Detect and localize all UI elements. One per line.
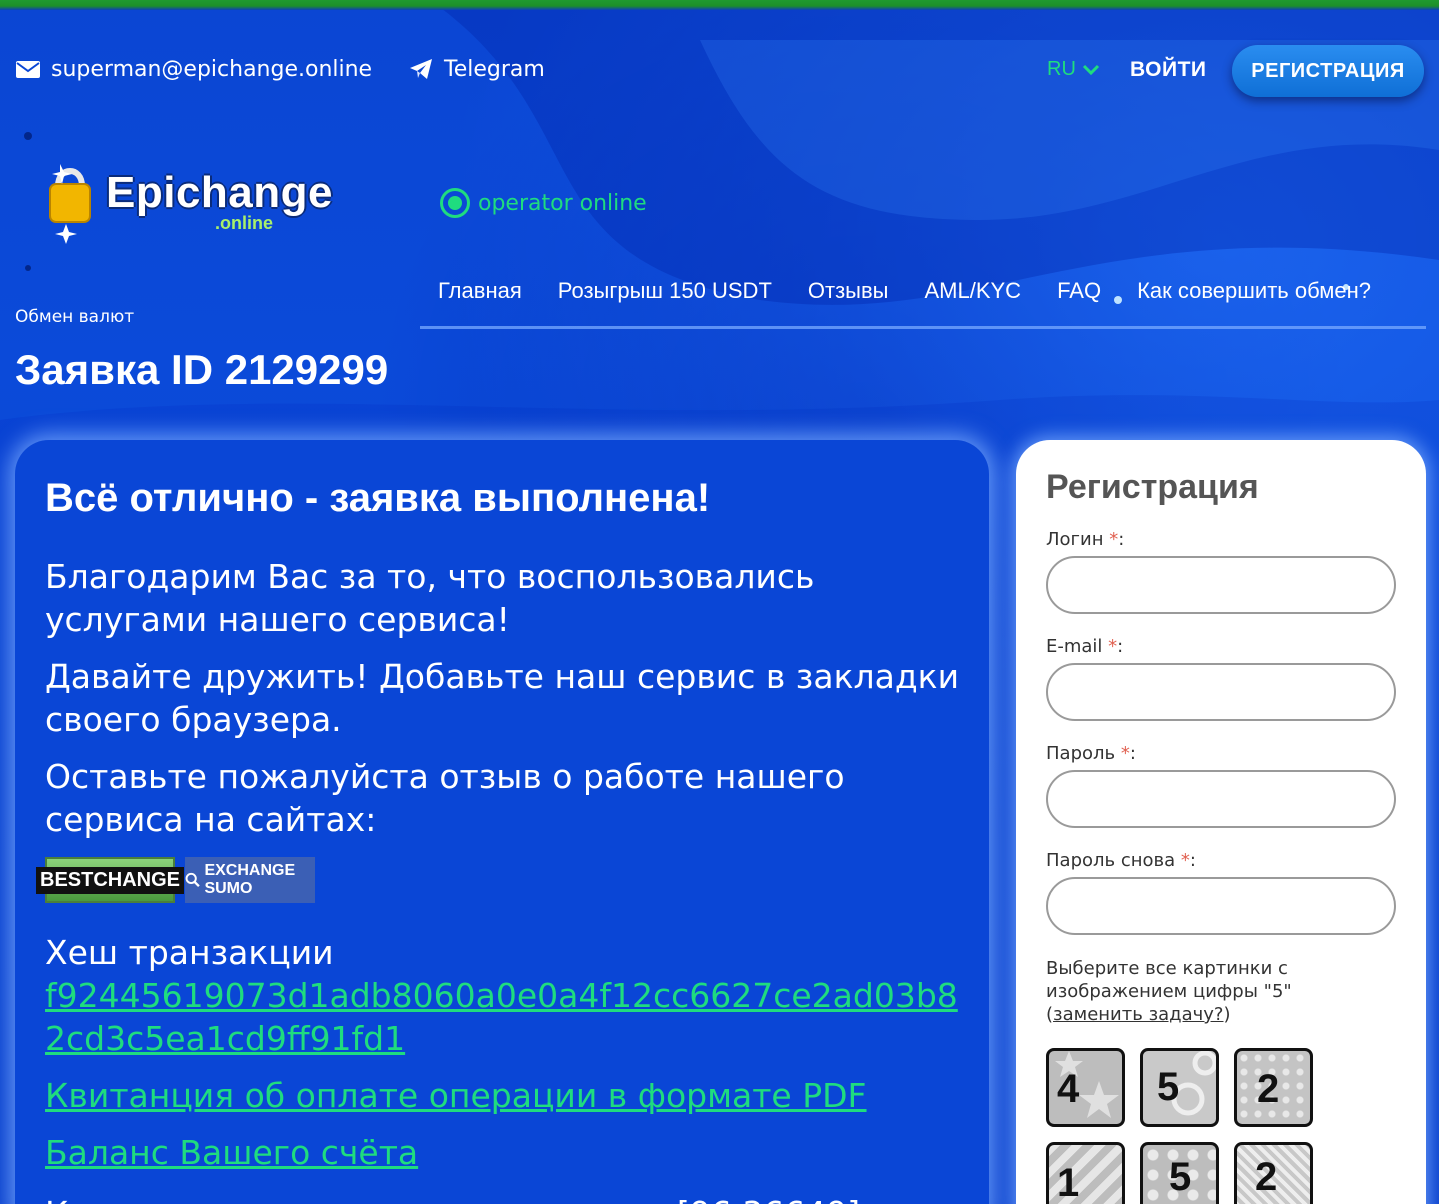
login-link[interactable]: ВОЙТИ [1130, 58, 1207, 82]
telegram-contact[interactable]: Telegram [408, 56, 545, 82]
bookmark-text: Давайте дружить! Добавьте наш сервис в з… [45, 657, 960, 739]
breadcrumb[interactable]: Обмен валют [15, 307, 134, 327]
envelope-icon [16, 61, 40, 78]
language-selector[interactable]: RU [1047, 58, 1100, 81]
email-field[interactable] [1046, 663, 1396, 721]
rate-text: Курс на момент получения оплаты: [96.366… [45, 1192, 959, 1204]
registration-card: Регистрация Логин *: E-mail *: Пароль *:… [1016, 440, 1426, 1204]
exchangesumo-badge[interactable]: EXCHANGE SUMO [185, 857, 315, 903]
captcha-instructions: Выберите все картинки с изображением циф… [1046, 958, 1292, 1025]
bestchange-badge-text: BESTCHANGE [36, 866, 185, 894]
registration-title: Регистрация [1046, 468, 1259, 506]
nav-item-giveaway[interactable]: Розыгрыш 150 USDT [558, 278, 772, 304]
email-label: E-mail *: [1046, 636, 1124, 657]
main-nav: Главная Розыгрыш 150 USDT Отзывы AML/KYC… [420, 278, 1426, 304]
review-request-text: Оставьте пожалуйста отзыв о работе нашег… [45, 757, 845, 839]
captcha-grid: 4 5 2 1 5 2 [1046, 1048, 1396, 1204]
review-sites: BESTCHANGE EXCHANGE SUMO [36, 857, 959, 903]
nav-item-faq[interactable]: FAQ [1057, 278, 1101, 304]
captcha-replace-link[interactable]: заменить задачу? [1053, 1004, 1223, 1025]
password-again-field[interactable] [1046, 877, 1396, 935]
operator-status: operator online [440, 188, 647, 218]
online-indicator-icon [440, 188, 470, 218]
magnifier-icon [185, 872, 200, 888]
captcha-tile[interactable]: 5 [1140, 1142, 1219, 1204]
operator-status-text: operator online [478, 190, 647, 216]
top-accent-bar [0, 0, 1439, 10]
nav-item-home[interactable]: Главная [438, 278, 522, 304]
telegram-text[interactable]: Telegram [444, 57, 545, 82]
exchangesumo-badge-text: EXCHANGE SUMO [204, 862, 296, 897]
success-heading: Всё отлично - заявка выполнена! [45, 476, 711, 520]
logo-name[interactable]: Epichange [106, 168, 333, 218]
captcha-tile[interactable]: 4 [1046, 1048, 1125, 1127]
password-again-label: Пароль снова *: [1046, 850, 1196, 871]
captcha-circle-pattern-icon [1171, 1051, 1216, 1116]
bestchange-badge[interactable]: BESTCHANGE [36, 857, 185, 903]
login-input[interactable] [1046, 556, 1396, 614]
nav-divider [420, 326, 1426, 329]
nav-item-aml-kyc[interactable]: AML/KYC [924, 278, 1021, 304]
nav-item-reviews[interactable]: Отзывы [808, 278, 889, 304]
receipt-pdf-link[interactable]: Квитанция об оплате операции в формате P… [45, 1074, 959, 1117]
transaction-hash-link[interactable]: f92445619073d1adb8060a0e0a4f12cc6627ce2a… [45, 974, 959, 1060]
chevron-down-icon [1082, 64, 1099, 75]
email-text[interactable]: superman@epichange.online [51, 57, 372, 82]
password-label: Пароль *: [1046, 743, 1136, 764]
login-label: Логин *: [1046, 529, 1125, 550]
hash-label: Хеш транзакции [45, 933, 334, 972]
captcha-tile[interactable]: 1 [1046, 1142, 1125, 1204]
balance-link[interactable]: Баланс Вашего счёта [45, 1131, 959, 1174]
nav-item-how-to-exchange[interactable]: Как совершить обмен? [1137, 278, 1371, 304]
captcha-tile[interactable]: 2 [1234, 1142, 1313, 1204]
page-title: Заявка ID 2129299 [15, 346, 389, 393]
register-button[interactable]: РЕГИСТРАЦИЯ [1232, 45, 1424, 97]
password-field[interactable] [1046, 770, 1396, 828]
thanks-text: Благодарим Вас за то, что воспользовалис… [45, 557, 815, 639]
email-contact[interactable]: superman@epichange.online [15, 56, 372, 82]
captcha-tile[interactable]: 5 [1140, 1048, 1219, 1127]
logo-sub: .online [215, 213, 273, 233]
order-status-card: Всё отлично - заявка выполнена! Благодар… [15, 440, 989, 1204]
telegram-icon [410, 59, 432, 79]
captcha-tile[interactable]: 2 [1234, 1048, 1313, 1127]
language-label[interactable]: RU [1047, 58, 1076, 81]
